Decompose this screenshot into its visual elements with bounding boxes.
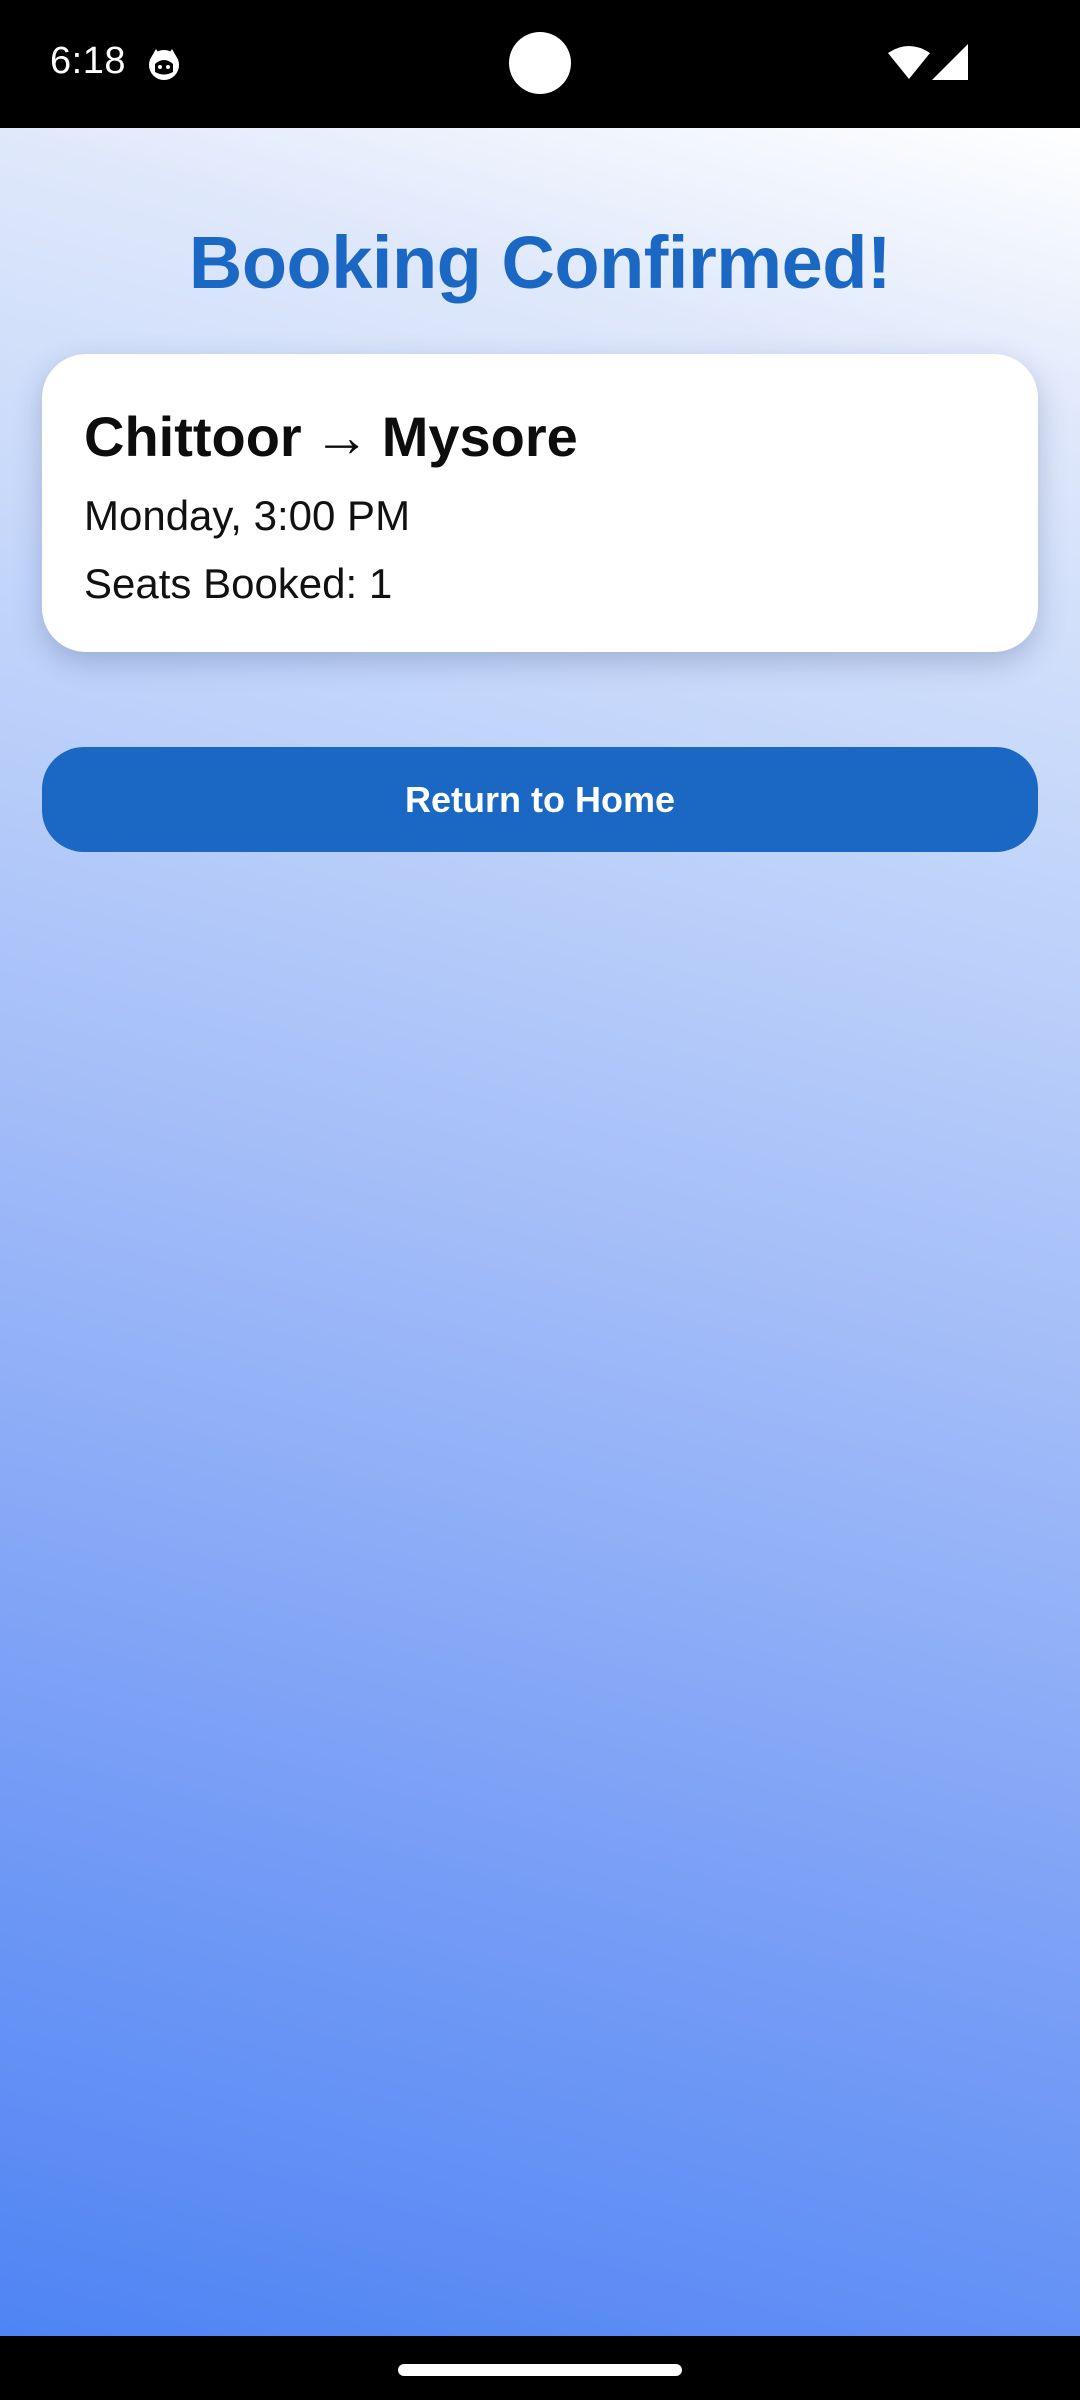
trip-schedule: Monday, 3:00 PM: [84, 492, 411, 539]
status-time: 6:18: [50, 40, 126, 82]
booking-summary-card: Chittoor → Mysore Monday, 3:00 PM Seats Bo…: [42, 354, 1038, 652]
wifi-icon: [888, 46, 930, 79]
confirmation-screen: Booking Confirmed! Chittoor → Mysore Monda…: [0, 128, 1080, 2336]
return-home-button[interactable]: Return to Home: [42, 747, 1038, 852]
status-bar: 6:18: [0, 0, 1080, 128]
destination-city: Mysore: [381, 405, 578, 468]
origin-city: Chittoor: [84, 405, 302, 468]
camera-cutout: [509, 32, 571, 94]
seats-booked: Seats Booked: 1: [84, 560, 393, 607]
navigation-bar: [0, 2336, 1080, 2400]
right-arrow-icon: →: [313, 405, 370, 468]
page-title: Booking Confirmed!: [188, 221, 892, 304]
cell-signal-icon: [932, 44, 968, 80]
route-title: Chittoor → Mysore: [84, 404, 578, 469]
cat-face-icon: [149, 49, 179, 80]
phone-screen: 6:18 Booking Confirmed! Chittoor → Mysore …: [0, 0, 1080, 2400]
home-gesture-handle[interactable]: [398, 2364, 682, 2376]
